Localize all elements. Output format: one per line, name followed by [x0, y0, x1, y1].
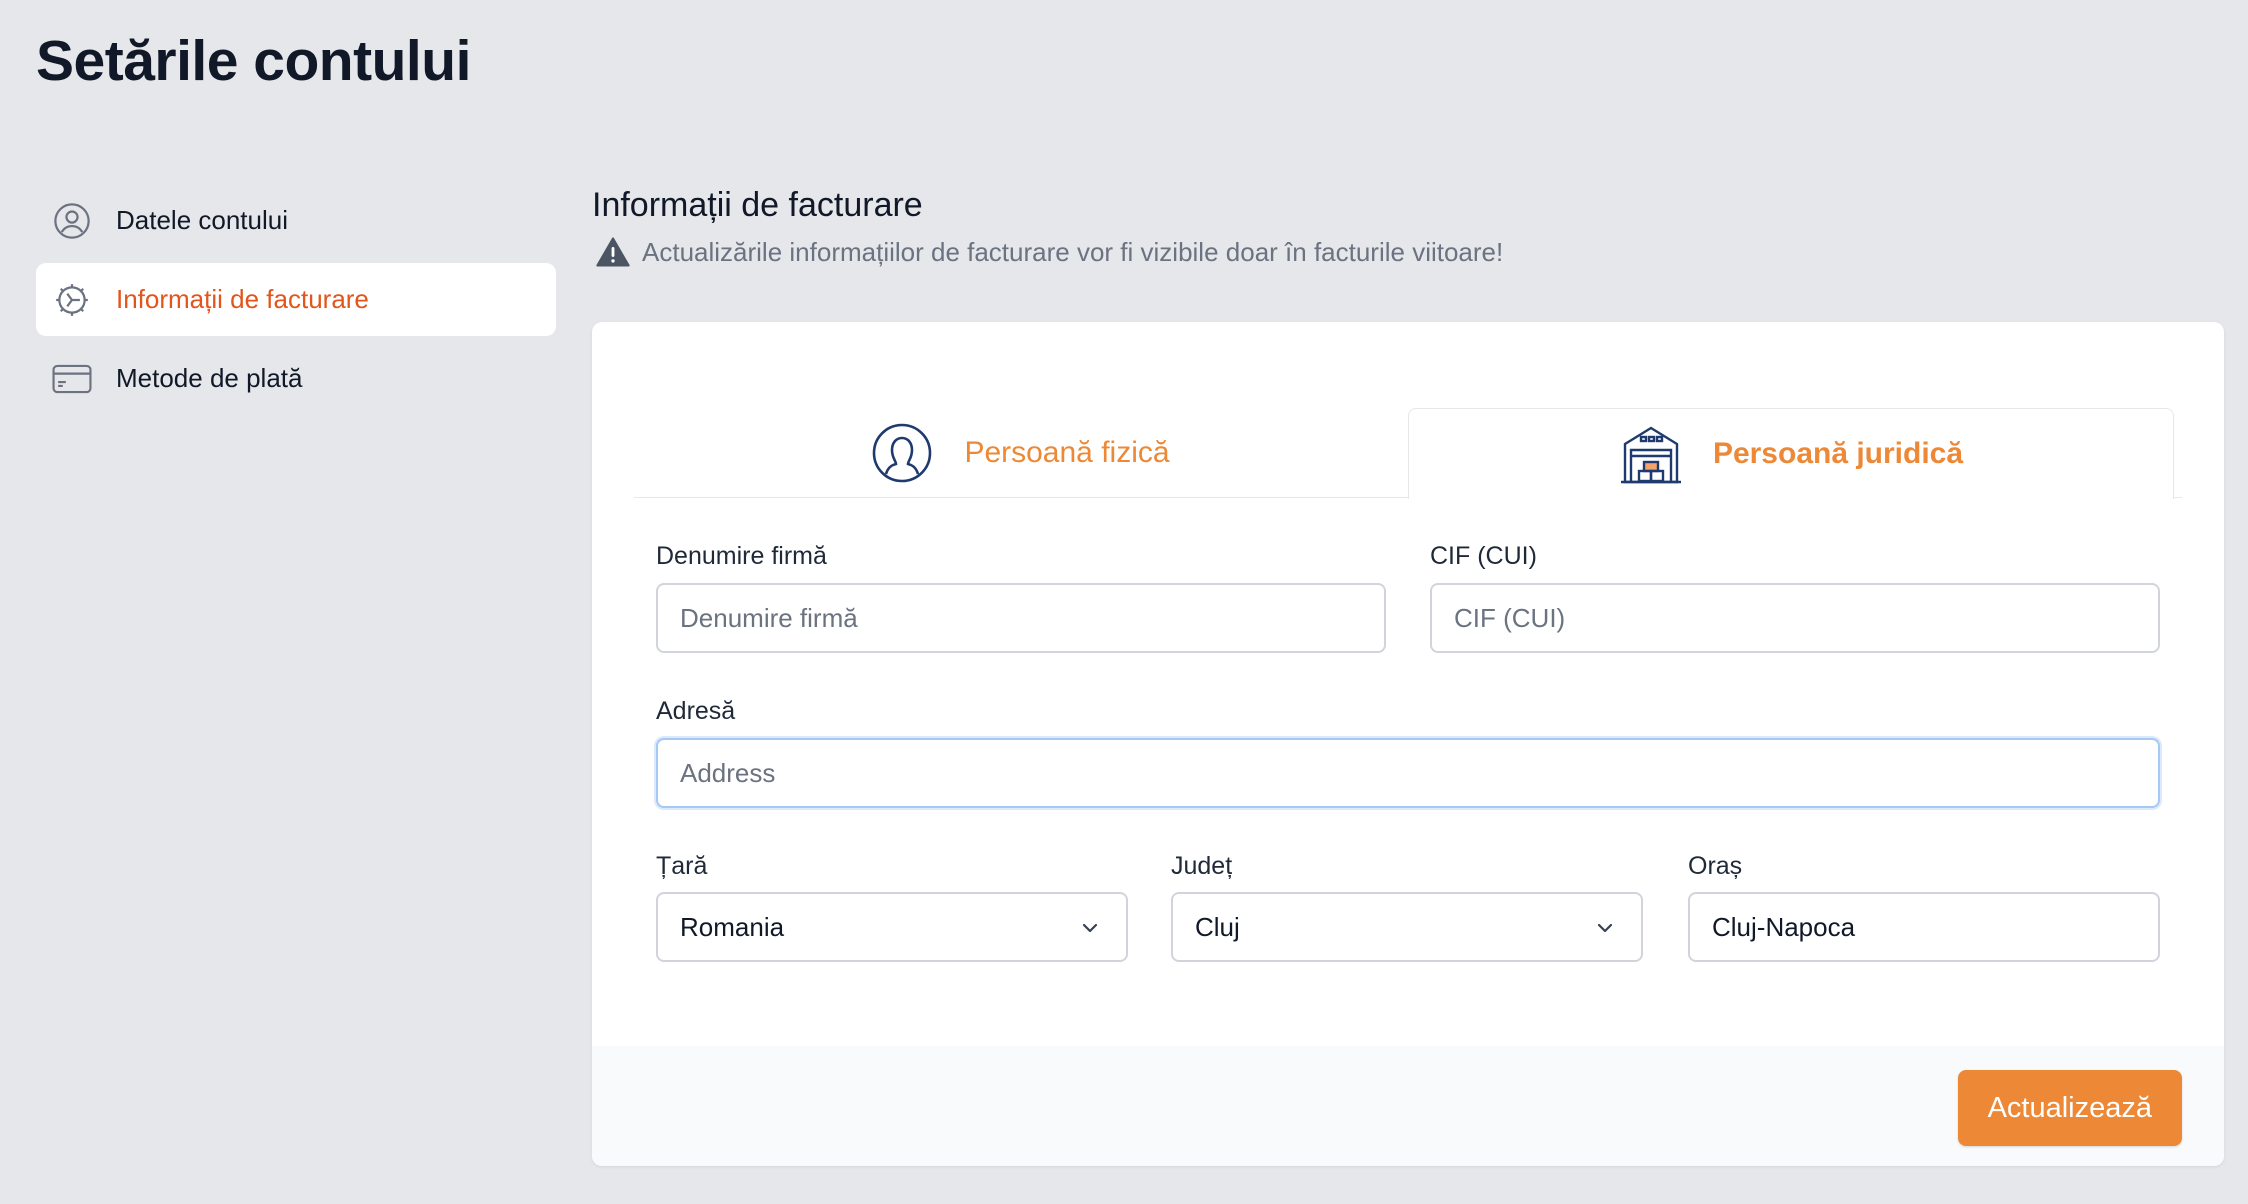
cif-label: CIF (CUI): [1430, 542, 1537, 570]
country-label: Țară: [656, 852, 708, 880]
city-label: Oraș: [1688, 852, 1743, 880]
tab-label: Persoană juridică: [1712, 437, 1964, 470]
section-note: Actualizările informațiilor de facturare…: [596, 236, 1503, 268]
address-label: Adresă: [656, 697, 736, 725]
sidebar-item-billing-info[interactable]: Informații de facturare: [36, 263, 556, 336]
country-value: Romania: [680, 911, 785, 942]
section-note-text: Actualizările informațiilor de facturare…: [642, 236, 1504, 267]
user-circle-icon: [52, 201, 92, 241]
company-name-label: Denumire firmă: [656, 542, 827, 570]
county-value: Cluj: [1195, 911, 1240, 942]
chevron-down-icon: [1593, 916, 1617, 940]
card-footer: Actualizează: [592, 1046, 2224, 1166]
sidebar: Datele contului Informații de facturare …: [36, 184, 556, 421]
credit-card-icon: [52, 359, 92, 399]
gear-icon: [52, 280, 92, 320]
warning-icon: [596, 236, 630, 268]
section-title: Informații de facturare: [592, 186, 923, 224]
city-input[interactable]: [1712, 911, 2136, 943]
tab-legal-entity[interactable]: Persoană juridică: [1408, 408, 2174, 499]
city-field[interactable]: [1688, 892, 2160, 962]
country-select[interactable]: Romania: [656, 892, 1128, 962]
county-label: Județ: [1171, 852, 1233, 880]
billing-card: Persoană fizică Persoană juridică Denumi…: [592, 322, 2224, 1166]
sidebar-item-payment-methods[interactable]: Metode de plată: [36, 342, 556, 415]
chevron-down-icon: [1078, 916, 1102, 940]
sidebar-item-label: Metode de plată: [116, 363, 303, 393]
company-name-input[interactable]: [680, 602, 1362, 634]
cif-field[interactable]: [1430, 583, 2160, 653]
sidebar-item-label: Datele contului: [116, 205, 288, 235]
warehouse-icon: [1619, 422, 1683, 486]
page-title: Setările contului: [36, 29, 471, 93]
cif-input[interactable]: [1454, 602, 2136, 634]
update-button[interactable]: Actualizează: [1957, 1070, 2182, 1146]
county-select[interactable]: Cluj: [1171, 892, 1643, 962]
person-icon: [870, 421, 934, 485]
sidebar-item-label: Informații de facturare: [116, 284, 369, 314]
entity-type-tabs: Persoană fizică Persoană juridică: [634, 408, 2182, 499]
address-field[interactable]: [656, 738, 2160, 808]
sidebar-item-account-data[interactable]: Datele contului: [36, 184, 556, 257]
tab-label: Persoană fizică: [964, 436, 1170, 469]
company-name-field[interactable]: [656, 583, 1386, 653]
tab-individual[interactable]: Persoană fizică: [634, 408, 1406, 498]
address-input[interactable]: [680, 757, 2136, 789]
